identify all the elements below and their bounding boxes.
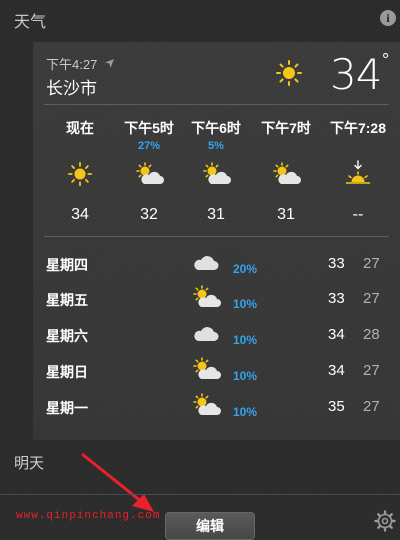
day-name: 星期六 (46, 328, 88, 344)
city-name: 长沙市 (46, 79, 97, 98)
day-precip: 20% (233, 262, 258, 276)
hour-label: 下午6时 (191, 120, 241, 136)
degree-symbol: ° (382, 50, 390, 70)
hour-precip (324, 140, 392, 156)
hour-temp: 34 (71, 206, 89, 223)
day-high: 34 (328, 326, 345, 343)
location-arrow-icon (105, 59, 115, 68)
partly-cloudy-icon (193, 357, 221, 379)
widget-title: 天气 (14, 14, 47, 31)
hourly-item: 下午7:28 -- (324, 118, 392, 224)
tomorrow-section-title: 明天 (14, 455, 45, 472)
hour-temp: 31 (207, 206, 225, 223)
partly-cloudy-icon (256, 156, 316, 192)
partly-cloudy-icon (193, 285, 221, 307)
daily-row: 星期日 10% 34 27 (33, 357, 400, 387)
day-low: 27 (363, 398, 380, 415)
partly-cloudy-icon (193, 393, 221, 415)
day-precip: 10% (233, 297, 258, 311)
hour-label: 下午5时 (124, 120, 174, 136)
sunset-icon (324, 156, 392, 192)
day-low: 27 (363, 290, 380, 307)
day-high: 33 (328, 290, 345, 307)
daily-row: 星期四 20% 33 27 (33, 250, 400, 280)
partly-cloudy-icon (119, 156, 179, 192)
watermark: www.qinpinchang.com (16, 510, 161, 522)
hour-temp: -- (352, 206, 364, 223)
hour-precip: 5% (208, 140, 224, 152)
day-low: 27 (363, 255, 380, 272)
day-precip: 10% (233, 333, 258, 347)
hour-label: 下午7时 (261, 120, 311, 136)
day-low: 28 (363, 326, 380, 343)
hour-precip (50, 140, 110, 156)
day-name: 星期四 (46, 257, 88, 273)
day-high: 34 (328, 362, 345, 379)
day-high: 35 (328, 398, 345, 415)
divider (44, 104, 389, 105)
current-time-row: 下午4:27 (46, 54, 115, 73)
divider (44, 236, 389, 237)
daily-row: 星期五 10% 33 27 (33, 285, 400, 315)
partly-cloudy-icon (186, 156, 246, 192)
day-precip: 10% (233, 405, 258, 419)
hourly-item: 下午5时 27% 32 (119, 118, 179, 224)
hour-temp: 32 (140, 206, 158, 223)
current-temperature: 34 (330, 50, 382, 99)
cloud-icon (194, 327, 219, 341)
daily-row: 星期六 10% 34 28 (33, 321, 400, 351)
hourly-item: 下午7时 31 (256, 118, 316, 224)
day-precip: 10% (233, 369, 258, 383)
hour-precip (256, 140, 316, 156)
day-high: 33 (328, 255, 345, 272)
hour-precip: 27% (137, 140, 161, 152)
sun-icon (276, 60, 302, 86)
day-low: 27 (363, 362, 380, 379)
hour-label: 下午7:28 (329, 120, 387, 136)
hour-temp: 31 (277, 206, 295, 223)
hourly-item: 现在 34 (50, 118, 110, 224)
day-name: 星期一 (46, 400, 88, 416)
info-button[interactable]: i (380, 10, 396, 26)
daily-row: 星期一 10% 35 27 (33, 393, 400, 423)
hourly-item: 下午6时 5% 31 (186, 118, 246, 224)
gear-icon[interactable] (374, 510, 396, 532)
hour-label: 现在 (66, 120, 94, 136)
cloud-icon (194, 256, 219, 270)
current-time: 下午4:27 (46, 57, 98, 72)
weather-card: 下午4:27 长沙市 34 ° 现在 34 下午5时 27% 32 下午6时 5… (33, 42, 400, 440)
sun-icon (50, 156, 110, 192)
day-name: 星期日 (46, 364, 88, 380)
day-name: 星期五 (46, 292, 88, 308)
